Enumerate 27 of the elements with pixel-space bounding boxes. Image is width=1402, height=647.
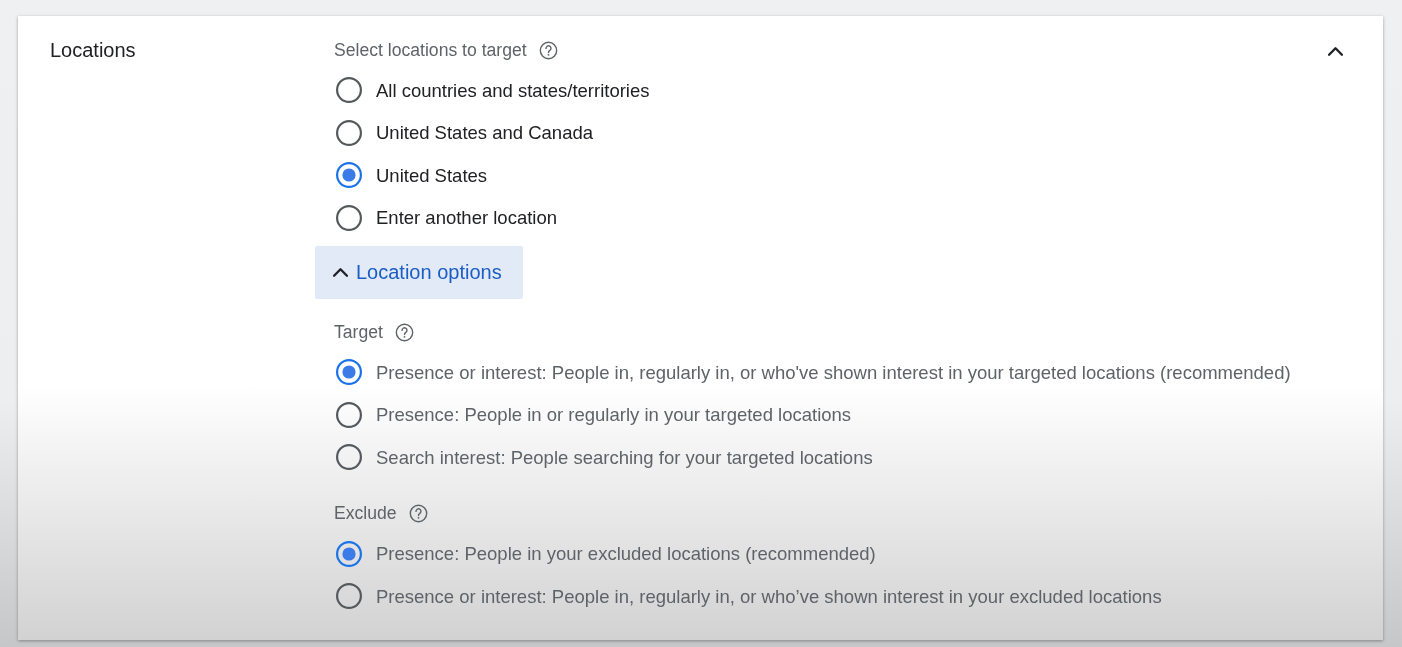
radio-checked-icon[interactable] (336, 359, 362, 386)
radio-unchecked-icon[interactable] (336, 401, 362, 428)
radio-option[interactable]: Search interest: People searching for your targeted locations (334, 436, 873, 479)
radio-option[interactable]: United States (334, 154, 488, 197)
group-label: Target (334, 321, 383, 343)
radio-option[interactable]: Enter another location (334, 196, 557, 239)
radio-option[interactable]: Presence or interest: People in, regularly in, or who've shown interest in your targeted locations (recommended) (334, 351, 1291, 394)
radio-option[interactable]: All countries and states/territories (334, 69, 650, 112)
section-title: Locations (50, 40, 136, 60)
radio-option[interactable]: Presence: People in your excluded locations (recommended) (334, 532, 876, 575)
radio-unchecked-icon[interactable] (336, 444, 362, 471)
help-icon[interactable] (538, 40, 558, 60)
group-label: Select locations to target (334, 39, 527, 61)
help-icon[interactable] (408, 504, 428, 523)
radio-unchecked-icon[interactable] (336, 583, 362, 610)
radio-option[interactable]: United States and Canada (334, 111, 593, 154)
radio-option[interactable]: Presence: People in or regularly in your targeted locations (334, 393, 852, 436)
radio-unchecked-icon[interactable] (336, 119, 362, 146)
radio-unchecked-icon[interactable] (336, 204, 362, 231)
radio-checked-icon[interactable] (336, 162, 362, 189)
group-label: Exclude (334, 503, 397, 524)
radio-option[interactable]: Presence or interest: People in, regularly in, or who’ve shown interest in your excluded locations (334, 575, 1162, 618)
location-options-button[interactable]: Location options (315, 246, 523, 299)
caret-icon[interactable] (1328, 47, 1343, 56)
radio-unchecked-icon[interactable] (336, 77, 362, 104)
help-icon[interactable] (394, 322, 414, 342)
radio-checked-icon[interactable] (336, 540, 362, 567)
